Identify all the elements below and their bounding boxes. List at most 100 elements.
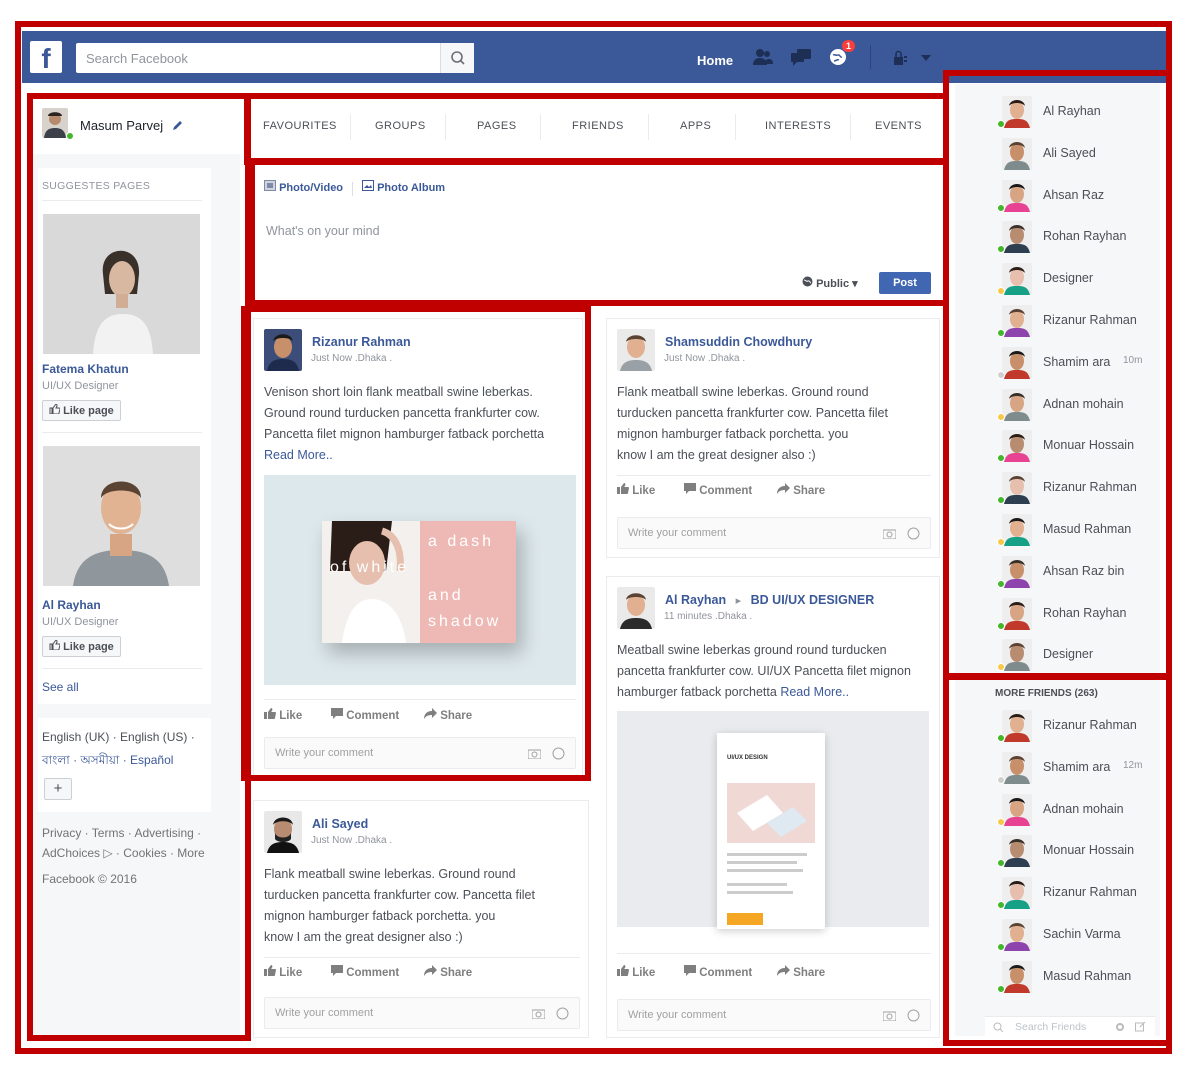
share-button[interactable]: Share xyxy=(424,965,472,979)
home-link[interactable]: Home xyxy=(697,53,733,68)
read-more-link[interactable]: Read More.. xyxy=(780,685,849,699)
comment-button[interactable]: Comment xyxy=(331,965,399,979)
chat-friend-row[interactable]: Sachin Varma xyxy=(955,917,1160,957)
comment-button[interactable]: Comment xyxy=(684,483,752,497)
chat-friend-row[interactable]: Masud Rahman xyxy=(955,959,1160,999)
language-links[interactable]: English (UK) · English (US) · xyxy=(42,730,195,744)
comment-button[interactable]: Comment xyxy=(331,708,399,722)
tab-interests[interactable]: INTERESTS xyxy=(765,120,831,132)
see-all-link[interactable]: See all xyxy=(42,680,79,694)
privacy-lock-icon[interactable] xyxy=(892,50,908,66)
photo-video-button[interactable]: Photo/Video xyxy=(264,180,343,194)
language-links[interactable]: বাংলা · অসমীয়া · Español xyxy=(42,752,173,772)
chat-friend-row[interactable]: Adnan mohain xyxy=(955,792,1160,832)
chat-friend-row[interactable]: Adnan mohain xyxy=(955,387,1160,427)
like-button[interactable]: Like xyxy=(617,483,655,497)
comment-input[interactable]: Write your comment xyxy=(264,997,580,1029)
edit-pencil-icon[interactable] xyxy=(171,119,184,132)
emoji-icon[interactable] xyxy=(556,1007,569,1020)
share-button[interactable]: Share xyxy=(777,965,825,979)
suggested-page-photo[interactable] xyxy=(43,214,200,354)
camera-icon[interactable] xyxy=(532,1008,545,1019)
search-button[interactable] xyxy=(440,43,474,73)
photo-album-button[interactable]: Photo Album xyxy=(362,180,445,194)
emoji-icon[interactable] xyxy=(552,747,565,760)
settings-gear-icon[interactable] xyxy=(1115,1022,1125,1032)
post-image[interactable]: a dash of white and shadow xyxy=(264,475,576,685)
friend-name: Rohan Rayhan xyxy=(1043,605,1127,620)
search-box[interactable]: Search Facebook xyxy=(76,43,474,73)
profile-avatar[interactable] xyxy=(42,108,68,138)
author-avatar[interactable] xyxy=(264,329,302,371)
account-menu-chevron-down-icon[interactable] xyxy=(920,53,932,63)
new-message-icon[interactable] xyxy=(1135,1021,1146,1032)
chat-friend-row[interactable]: Masud Rahman xyxy=(955,512,1160,552)
tab-apps[interactable]: APPS xyxy=(680,120,711,132)
post-author-name[interactable]: Ali Sayed xyxy=(312,817,368,831)
chat-friend-row[interactable]: Rizanur Rahman xyxy=(955,303,1160,343)
tab-friends[interactable]: FRIENDS xyxy=(572,120,624,132)
chat-friend-row[interactable]: Rizanur Rahman xyxy=(955,875,1160,915)
post-author-name[interactable]: Al Rayhan xyxy=(665,593,726,607)
suggested-page-name[interactable]: Fatema Khatun xyxy=(42,362,129,376)
facebook-logo[interactable]: f xyxy=(30,41,62,74)
search-friends-box[interactable]: Search Friends xyxy=(985,1016,1155,1036)
chat-friend-row[interactable]: Rohan Rayhan xyxy=(955,596,1160,636)
author-avatar[interactable] xyxy=(264,811,302,853)
camera-icon[interactable] xyxy=(883,1010,896,1021)
suggested-page-photo[interactable] xyxy=(43,446,200,586)
tab-favourites[interactable]: FAVOURITES xyxy=(263,120,337,132)
chat-friend-row[interactable]: Ali Sayed xyxy=(955,136,1160,176)
comment-input[interactable]: Write your comment xyxy=(617,999,931,1031)
chat-friend-row[interactable]: Monuar Hossain xyxy=(955,833,1160,873)
tab-events[interactable]: EVENTS xyxy=(875,120,922,132)
post-button[interactable]: Post xyxy=(879,272,931,294)
like-page-button[interactable]: Like page xyxy=(42,636,121,657)
search-input[interactable]: Search Facebook xyxy=(86,51,188,66)
tab-pages[interactable]: PAGES xyxy=(477,120,517,132)
chat-friend-row[interactable]: Designer xyxy=(955,637,1160,677)
profile-name[interactable]: Masum Parvej xyxy=(80,118,163,133)
status-input[interactable]: What's on your mind xyxy=(266,224,380,238)
like-button[interactable]: Like xyxy=(264,965,302,979)
comment-input[interactable]: Write your comment xyxy=(617,517,931,549)
like-button[interactable]: Like xyxy=(264,708,302,722)
tab-groups[interactable]: GROUPS xyxy=(375,120,426,132)
post-author-name[interactable]: Shamsuddin Chowdhury xyxy=(665,335,812,349)
chat-friend-row[interactable]: Ahsan Raz xyxy=(955,178,1160,218)
comment-label: Comment xyxy=(699,967,753,979)
search-friends-input[interactable]: Search Friends xyxy=(1015,1021,1086,1033)
audience-selector[interactable]: Public ▾ xyxy=(802,276,858,290)
footer-links[interactable]: AdChoices ▷ · Cookies · More xyxy=(42,846,205,860)
author-avatar[interactable] xyxy=(617,329,655,371)
chat-friend-row[interactable]: Shamim ara 10m xyxy=(955,345,1160,385)
messages-icon[interactable] xyxy=(790,48,812,66)
author-avatar[interactable] xyxy=(617,587,655,629)
footer-links[interactable]: Privacy · Terms · Advertising · xyxy=(42,826,201,840)
suggested-page-name[interactable]: Al Rayhan xyxy=(42,598,101,612)
share-button[interactable]: Share xyxy=(777,483,825,497)
post-author-name[interactable]: Rizanur Rahman xyxy=(312,335,411,349)
chat-friend-row[interactable]: Rohan Rayhan xyxy=(955,219,1160,259)
chat-friend-row[interactable]: Al Rayhan xyxy=(955,94,1160,134)
chat-friend-row[interactable]: Monuar Hossain xyxy=(955,428,1160,468)
chat-friend-row[interactable]: Rizanur Rahman xyxy=(955,708,1160,748)
read-more-link[interactable]: Read More.. xyxy=(264,445,333,466)
share-button[interactable]: Share xyxy=(424,708,472,722)
emoji-icon[interactable] xyxy=(907,527,920,540)
chat-friend-row[interactable]: Designer xyxy=(955,261,1160,301)
post-group-name[interactable]: BD UI/UX DESIGNER xyxy=(751,593,875,607)
emoji-icon[interactable] xyxy=(907,1009,920,1022)
camera-icon[interactable] xyxy=(883,528,896,539)
comment-button[interactable]: Comment xyxy=(684,965,752,979)
like-button[interactable]: Like xyxy=(617,965,655,979)
friend-requests-icon[interactable] xyxy=(752,48,774,66)
chat-friend-row[interactable]: Shamim ara 12m xyxy=(955,750,1160,790)
chat-friend-row[interactable]: Rizanur Rahman xyxy=(955,470,1160,510)
chat-friend-row[interactable]: Ahsan Raz bin xyxy=(955,554,1160,594)
comment-input[interactable]: Write your comment xyxy=(264,737,576,769)
like-page-button[interactable]: Like page xyxy=(42,400,121,421)
camera-icon[interactable] xyxy=(528,748,541,759)
post-image[interactable]: UI/UX DESIGN xyxy=(617,711,929,929)
add-language-button[interactable]: + xyxy=(44,778,72,800)
